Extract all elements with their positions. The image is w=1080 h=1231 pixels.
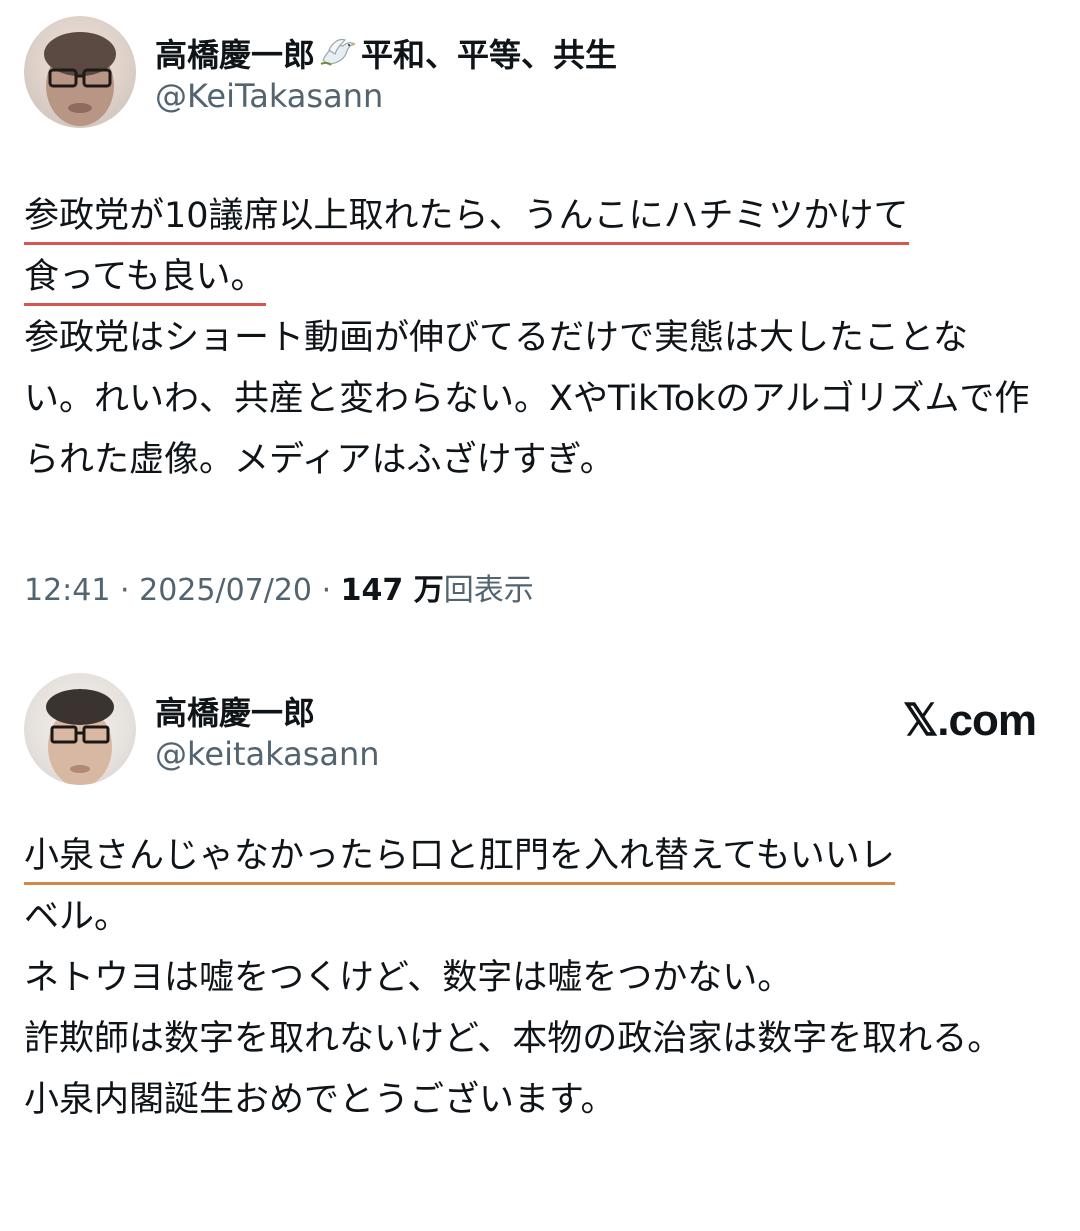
avatar-photo [44, 32, 116, 126]
meta-separator: · [120, 573, 130, 608]
avatar-photo [46, 689, 114, 785]
meta-separator: · [321, 573, 332, 608]
tweet-time[interactable]: 12:41 [24, 573, 110, 608]
avatar[interactable] [24, 673, 136, 785]
dove-icon [319, 34, 357, 72]
display-name[interactable]: 高橋慶一郎 [155, 688, 315, 734]
tweet-body-rest: ベル。 ネトウヨは嘘をつくけど、数字は嘘をつかない。 詐欺師は数字を取れないけど… [24, 897, 1003, 1120]
highlighted-line-1: 小泉さんじゃなかったら口と肛門を入れ替えてもいいレ [24, 836, 895, 885]
tweet-meta: 12:41 · 2025/07/20 · 147 万回表示 [24, 565, 534, 609]
highlighted-line-1: 参政党が10議席以上取れたら、うんこにハチミツかけて [24, 196, 909, 245]
handle[interactable]: @keitakasann [155, 735, 380, 773]
display-name[interactable]: 高橋慶一郎 [155, 30, 315, 76]
handle[interactable]: @KeiTakasann [155, 77, 383, 115]
tweet-text: 小泉さんじゃなかったら口と肛門を入れ替えてもいいレ ベル。 ネトウヨは嘘をつくけ… [24, 826, 1034, 1131]
avatar[interactable] [24, 16, 136, 128]
author-name-row[interactable]: 高橋慶一郎 平和、平等、共生 [155, 30, 617, 76]
tweet-text: 参政党が10議席以上取れたら、うんこにハチミツかけて 食っても良い。 参政党はシ… [24, 186, 1034, 491]
views-count: 147 万 [340, 573, 444, 608]
tweet-date[interactable]: 2025/07/20 [139, 573, 312, 608]
author-name-row[interactable]: 高橋慶一郎 [155, 688, 315, 734]
highlighted-line-2: 食っても良い。 [24, 257, 266, 306]
views-label: 回表示 [443, 573, 534, 608]
tweet-body-rest: 参政党はショート動画が伸びてるだけで実態は大したことない。れいわ、共産と変わらな… [24, 318, 1030, 480]
name-suffix: 平和、平等、共生 [361, 36, 618, 74]
x-com-logo: 𝕏.com [902, 696, 1037, 745]
